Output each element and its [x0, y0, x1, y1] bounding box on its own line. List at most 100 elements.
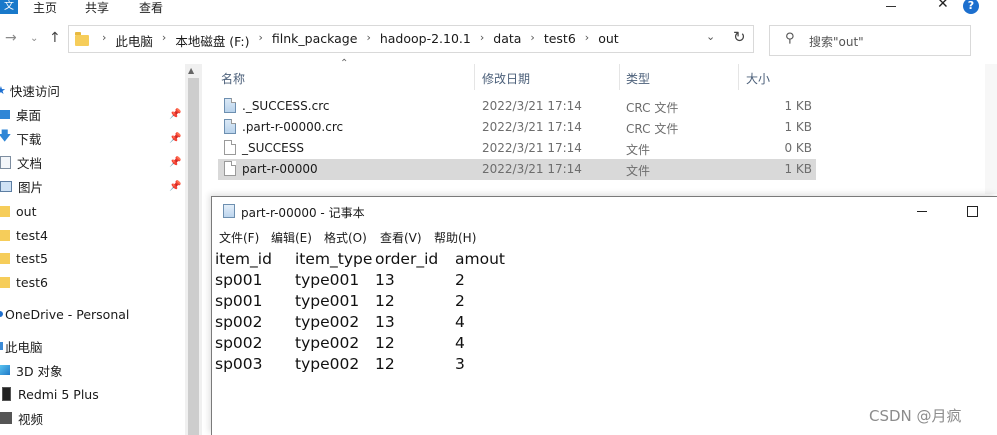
- sort-ascending-icon: ⌃: [340, 58, 349, 69]
- computer-icon: [0, 342, 3, 350]
- nav-item-test5[interactable]: test5: [0, 247, 48, 269]
- ribbon-tab-view[interactable]: 查看: [139, 0, 163, 16]
- file-name: part-r-00000: [242, 162, 318, 176]
- recent-dropdown-icon[interactable]: ⌄: [30, 33, 38, 44]
- watermark: CSDN @月疯: [869, 407, 962, 425]
- pin-icon[interactable]: 📌: [169, 157, 181, 168]
- file-row[interactable]: _SUCCESS 2022/3/21 17:14 文件 0 KB: [218, 138, 816, 159]
- column-header-size[interactable]: 大小: [746, 70, 770, 87]
- pin-icon[interactable]: 📌: [169, 181, 181, 192]
- breadcrumb-hadoop[interactable]: hadoop-2.10.1: [378, 31, 473, 50]
- text-cell: 13: [375, 313, 395, 331]
- nav-videos[interactable]: 视频: [0, 407, 43, 429]
- ribbon-file-tab[interactable]: 文: [0, 0, 18, 14]
- videos-icon: [0, 412, 12, 424]
- file-icon: [224, 161, 236, 176]
- nav-item-out[interactable]: out: [0, 200, 36, 222]
- text-cell: order_id: [375, 250, 439, 268]
- menu-file[interactable]: 文件(F): [219, 229, 259, 246]
- file-date: 2022/3/21 17:14: [482, 162, 582, 176]
- nav-label: 桌面: [16, 107, 42, 123]
- breadcrumb-drive-f[interactable]: 本地磁盘 (F:): [173, 31, 251, 50]
- file-size: 1 KB: [784, 162, 812, 176]
- nav-item-desktop[interactable]: 桌面 📌: [0, 103, 181, 125]
- folder-icon: [0, 205, 10, 217]
- text-cell: item_id: [215, 250, 272, 268]
- folder-icon: [0, 276, 10, 288]
- file-row-selected[interactable]: part-r-00000 2022/3/21 17:14 文件 1 KB: [218, 159, 816, 180]
- file-date: 2022/3/21 17:14: [482, 120, 582, 134]
- menu-view[interactable]: 查看(V): [380, 229, 422, 246]
- ribbon-tab-share[interactable]: 共享: [85, 0, 109, 16]
- file-name: .part-r-00000.crc: [242, 120, 344, 134]
- text-cell: 2: [455, 292, 465, 310]
- column-divider[interactable]: [619, 64, 620, 90]
- nav-item-test6[interactable]: test6: [0, 271, 48, 293]
- breadcrumb-out[interactable]: out: [596, 31, 620, 50]
- file-row[interactable]: ._SUCCESS.crc 2022/3/21 17:14 CRC 文件 1 K…: [218, 96, 816, 117]
- nav-quick-access[interactable]: ★ 快速访问: [0, 79, 60, 101]
- details-scrollbar[interactable]: [985, 64, 997, 194]
- column-header-date[interactable]: 修改日期: [482, 70, 530, 87]
- breadcrumb-this-pc[interactable]: 此电脑: [113, 31, 155, 50]
- search-box[interactable]: [769, 25, 971, 56]
- nav-label: 3D 对象: [16, 363, 63, 379]
- up-arrow-icon[interactable]: ↑: [49, 30, 61, 46]
- notepad-title: part-r-00000 - 记事本: [241, 206, 365, 220]
- file-name: _SUCCESS: [242, 141, 304, 155]
- phone-icon: [2, 387, 11, 401]
- file-icon: [224, 140, 236, 155]
- text-cell: 13: [375, 271, 395, 289]
- cloud-icon: [0, 311, 3, 317]
- nav-scrollbar-thumb[interactable]: [188, 78, 199, 435]
- nav-item-downloads[interactable]: 🡇 下载 📌: [0, 127, 181, 149]
- pin-icon[interactable]: 📌: [169, 109, 181, 120]
- nav-3d-objects[interactable]: 3D 对象: [0, 359, 63, 381]
- nav-item-documents[interactable]: 文档 📌: [0, 151, 181, 173]
- pin-icon[interactable]: 📌: [169, 133, 181, 144]
- desktop-icon: [0, 109, 10, 119]
- nav-this-pc[interactable]: 此电脑: [0, 335, 43, 357]
- text-cell: sp002: [215, 313, 263, 331]
- minimize-icon[interactable]: [886, 6, 896, 7]
- nav-item-test4[interactable]: test4: [0, 224, 48, 246]
- file-size: 0 KB: [784, 141, 812, 155]
- breadcrumb-separator: ›: [584, 31, 590, 44]
- file-name: ._SUCCESS.crc: [242, 99, 330, 113]
- nav-onedrive[interactable]: OneDrive - Personal: [0, 303, 129, 325]
- menu-format[interactable]: 格式(O): [324, 229, 367, 246]
- menu-help[interactable]: 帮助(H): [434, 229, 476, 246]
- nav-item-pictures[interactable]: 图片 📌: [0, 175, 181, 197]
- file-type: CRC 文件: [626, 122, 679, 136]
- 3d-objects-icon: [0, 365, 10, 375]
- text-cell: sp003: [215, 355, 263, 373]
- scroll-up-icon[interactable]: ▲: [188, 66, 194, 75]
- crc-file-icon: [224, 98, 236, 113]
- address-dropdown-icon[interactable]: ⌄: [706, 30, 715, 43]
- ribbon-tab-home[interactable]: 主页: [33, 0, 57, 16]
- maximize-icon[interactable]: [967, 206, 978, 217]
- column-header-name[interactable]: 名称: [221, 70, 245, 87]
- breadcrumb-filnk-package[interactable]: filnk_package: [270, 31, 360, 50]
- search-icon: ⚲: [785, 31, 795, 46]
- nav-label: 图片: [18, 179, 44, 195]
- breadcrumb-separator: ›: [102, 31, 107, 44]
- text-cell: 12: [375, 355, 395, 373]
- file-type: 文件: [626, 164, 651, 178]
- search-input[interactable]: 搜索"out": [809, 33, 864, 50]
- back-arrow-icon[interactable]: →: [5, 30, 17, 46]
- menu-edit[interactable]: 编辑(E): [271, 229, 312, 246]
- text-cell: sp002: [215, 334, 263, 352]
- minimize-icon[interactable]: [917, 211, 927, 212]
- column-divider[interactable]: [474, 64, 475, 90]
- refresh-icon[interactable]: ↻: [733, 28, 746, 46]
- breadcrumb-separator: ›: [161, 31, 167, 44]
- column-header-type[interactable]: 类型: [626, 70, 650, 87]
- file-type: 文件: [626, 143, 651, 157]
- nav-redmi-5-plus[interactable]: Redmi 5 Plus: [0, 383, 99, 405]
- file-row[interactable]: .part-r-00000.crc 2022/3/21 17:14 CRC 文件…: [218, 117, 816, 138]
- breadcrumb-test6[interactable]: test6: [542, 31, 578, 50]
- column-divider[interactable]: [738, 64, 739, 90]
- close-icon[interactable]: ✕: [937, 0, 949, 12]
- breadcrumb-data[interactable]: data: [491, 31, 523, 50]
